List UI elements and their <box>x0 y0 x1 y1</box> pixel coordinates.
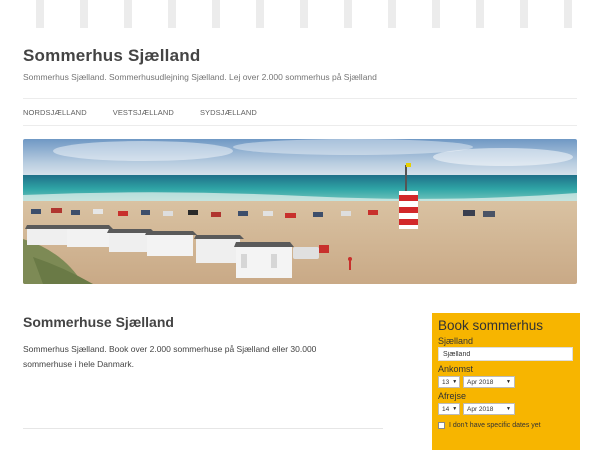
top-decorative-strip <box>0 0 600 28</box>
booking-widget: Book sommerhus Sjælland Ankomst 13 ▼ Apr… <box>432 313 580 450</box>
no-dates-label: I don't have specific dates yet <box>449 422 541 429</box>
booking-widget-title: Book sommerhus <box>438 318 544 333</box>
arrival-label: Ankomst <box>438 364 474 374</box>
no-dates-option[interactable]: I don't have specific dates yet <box>438 422 574 429</box>
arrival-month-select[interactable]: Apr 2018 ▼ <box>463 376 515 388</box>
page-container: Sommerhus Sjælland Sommerhus Sjælland. S… <box>0 28 600 450</box>
departure-month-value: Apr 2018 <box>467 405 494 413</box>
header-image-beach <box>23 139 577 284</box>
arrival-day-value: 13 <box>442 378 450 386</box>
region-input[interactable] <box>438 347 573 361</box>
nav-item-vestsjaelland[interactable]: VESTSJÆLLAND <box>113 108 174 117</box>
arrival-day-select[interactable]: 13 ▼ <box>438 376 460 388</box>
arrival-month-value: Apr 2018 <box>467 378 494 386</box>
page-heading: Sommerhuse Sjælland <box>23 314 174 330</box>
nav-item-sydsjaelland[interactable]: SYDSJÆLLAND <box>200 108 257 117</box>
departure-day-value: 14 <box>442 405 450 413</box>
region-label: Sjælland <box>438 336 474 346</box>
chevron-down-icon: ▼ <box>452 379 458 385</box>
nav-item-nordsjaelland[interactable]: NORDSJÆLLAND <box>23 108 87 117</box>
main-navigation: NORDSJÆLLAND VESTSJÆLLAND SYDSJÆLLAND <box>23 98 577 126</box>
site-title[interactable]: Sommerhus Sjælland <box>23 46 200 66</box>
chevron-down-icon: ▼ <box>506 379 511 385</box>
departure-month-select[interactable]: Apr 2018 ▼ <box>463 403 515 415</box>
departure-date-selects: 14 ▼ Apr 2018 ▼ <box>438 403 574 415</box>
site-tagline: Sommerhus Sjælland. Sommerhusudlejning S… <box>23 72 377 82</box>
page-intro-text: Sommerhus Sjælland. Book over 2.000 somm… <box>23 344 317 369</box>
content-divider <box>23 428 383 429</box>
no-dates-checkbox[interactable] <box>438 422 445 429</box>
departure-label: Afrejse <box>438 391 467 401</box>
arrival-date-selects: 13 ▼ Apr 2018 ▼ <box>438 376 574 388</box>
chevron-down-icon: ▼ <box>452 406 458 412</box>
departure-day-select[interactable]: 14 ▼ <box>438 403 460 415</box>
chevron-down-icon: ▼ <box>506 406 511 412</box>
